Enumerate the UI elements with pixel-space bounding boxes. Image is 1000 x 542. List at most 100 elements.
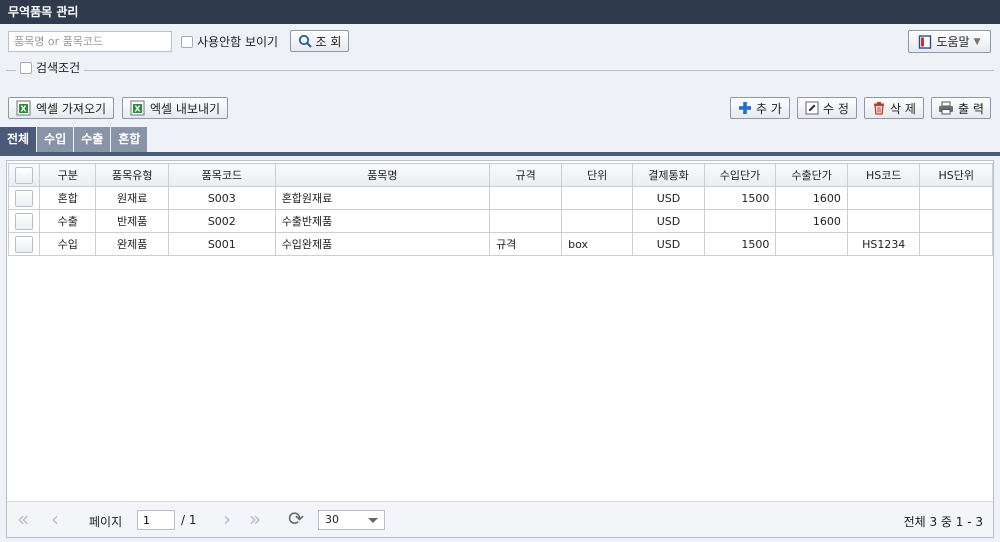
- search-conditions-divider: [6, 70, 994, 71]
- prev-page-icon[interactable]: ‹: [51, 509, 59, 529]
- printer-icon: [939, 101, 954, 115]
- select-all-checkbox[interactable]: [8, 163, 40, 187]
- page-label: 페이지: [89, 515, 123, 529]
- column-header[interactable]: HS코드: [846, 163, 921, 187]
- cell-item-name: 수입완제품: [274, 232, 491, 256]
- search-button-label: 조 회: [315, 34, 342, 49]
- help-book-icon: [919, 34, 932, 49]
- cell-hs-unit: [919, 186, 993, 210]
- cell-item-code: S003: [167, 186, 276, 210]
- item-table: 구분 품목유형 품목코드 품목명 규격 단위 결제통화 수입단가 수출단가 HS…: [8, 163, 993, 256]
- cell-category: 혼합: [38, 186, 97, 210]
- cell-spec: [489, 209, 563, 233]
- tab-underline: [0, 152, 1000, 156]
- cell-unit: box: [561, 232, 634, 256]
- cell-currency: USD: [632, 232, 705, 256]
- tab-all[interactable]: 전체: [0, 127, 37, 152]
- first-page-icon[interactable]: «: [17, 509, 29, 529]
- column-header[interactable]: 품목명: [274, 163, 491, 187]
- search-conditions-label: 검색조건: [36, 61, 81, 75]
- show-unused-toggle[interactable]: 사용안함 보이기: [181, 34, 278, 50]
- page-size-value: 30: [325, 513, 339, 526]
- refresh-icon[interactable]: ⟳: [288, 509, 304, 529]
- column-header[interactable]: 규격: [489, 163, 563, 187]
- excel-export-label: 엑셀 내보내기: [149, 101, 221, 116]
- cell-item-name: 수출반제품: [274, 209, 491, 233]
- tab-export[interactable]: 수출: [74, 127, 111, 152]
- excel-import-button[interactable]: X 엑셀 가져오기: [8, 97, 114, 119]
- svg-text:X: X: [20, 105, 27, 114]
- column-header[interactable]: 품목코드: [167, 163, 276, 187]
- help-button-label: 도움말: [936, 35, 970, 49]
- row-checkbox[interactable]: [8, 209, 40, 233]
- row-checkbox[interactable]: [8, 186, 40, 210]
- search-input[interactable]: [8, 31, 172, 52]
- trash-icon: [874, 102, 885, 115]
- cell-hs-unit: [919, 209, 993, 233]
- cell-spec: [489, 186, 563, 210]
- cell-currency: USD: [632, 186, 705, 210]
- column-header[interactable]: 단위: [561, 163, 634, 187]
- cell-category: 수출: [38, 209, 97, 233]
- edit-button-label: 수 정: [823, 101, 849, 116]
- svg-text:X: X: [134, 105, 141, 114]
- cell-item-type: 반제품: [95, 209, 169, 233]
- cell-spec: 규격: [489, 232, 563, 256]
- excel-import-label: 엑셀 가져오기: [35, 101, 107, 116]
- page-number-input[interactable]: [137, 510, 175, 530]
- search-button[interactable]: 조 회: [290, 30, 349, 52]
- delete-button[interactable]: 삭 제: [864, 97, 924, 119]
- chevron-down-icon: [368, 518, 378, 523]
- search-conditions-toggle[interactable]: 검색조건: [16, 60, 85, 76]
- show-unused-checkbox[interactable]: [181, 35, 193, 48]
- column-header[interactable]: HS단위: [919, 163, 993, 187]
- cell-unit: [561, 186, 634, 210]
- cell-item-code: S001: [167, 232, 276, 256]
- cell-import-price: 1500: [703, 232, 777, 256]
- edit-icon: [805, 101, 819, 115]
- search-conditions-checkbox[interactable]: [20, 61, 32, 74]
- table-row[interactable]: 혼합 원재료 S003 혼합원재료 USD 1500 1600: [8, 186, 993, 210]
- add-button[interactable]: 추 가: [730, 97, 790, 119]
- page-total: / 1: [181, 513, 197, 527]
- excel-import-icon: X: [16, 100, 31, 116]
- plus-icon: [739, 102, 752, 114]
- column-header[interactable]: 수입단가: [703, 163, 777, 187]
- cell-item-code: S002: [167, 209, 276, 233]
- column-header[interactable]: 수출단가: [775, 163, 848, 187]
- tab-import[interactable]: 수입: [37, 127, 74, 152]
- edit-button[interactable]: 수 정: [797, 97, 857, 119]
- column-header[interactable]: 결제통화: [632, 163, 705, 187]
- row-checkbox[interactable]: [8, 232, 40, 256]
- cell-category: 수입: [38, 232, 97, 256]
- column-header[interactable]: 구분: [38, 163, 97, 187]
- category-tabs: 전체 수입 수출 혼합: [0, 127, 148, 152]
- table-row[interactable]: 수입 완제품 S001 수입완제품 규격 box USD 1500 HS1234: [8, 232, 993, 256]
- cell-hs-code: HS1234: [846, 232, 921, 256]
- excel-export-button[interactable]: X 엑셀 내보내기: [122, 97, 228, 119]
- cell-hs-code: [846, 186, 921, 210]
- cell-item-name: 혼합원재료: [274, 186, 491, 210]
- cell-export-price: 1600: [775, 186, 848, 210]
- page-size-select[interactable]: 30: [318, 510, 385, 530]
- delete-button-label: 삭 제: [890, 101, 916, 116]
- cell-currency: USD: [632, 209, 705, 233]
- help-button[interactable]: 도움말 ▼: [908, 30, 991, 53]
- last-page-icon[interactable]: »: [249, 509, 261, 529]
- cell-unit: [561, 209, 634, 233]
- cell-export-price: 1600: [775, 209, 848, 233]
- search-icon: [298, 34, 312, 48]
- chevron-down-icon: ▼: [973, 36, 981, 47]
- add-button-label: 추 가: [756, 101, 782, 116]
- next-page-icon[interactable]: ›: [223, 509, 231, 529]
- column-header[interactable]: 품목유형: [95, 163, 169, 187]
- tab-mixed[interactable]: 혼합: [111, 127, 148, 152]
- cell-import-price: 1500: [703, 186, 777, 210]
- print-button-label: 출 력: [958, 101, 984, 116]
- table-row[interactable]: 수출 반제품 S002 수출반제품 USD 1600: [8, 209, 993, 233]
- print-button[interactable]: 출 력: [931, 97, 991, 119]
- cell-hs-unit: [919, 232, 993, 256]
- cell-hs-code: [846, 209, 921, 233]
- excel-export-icon: X: [130, 100, 145, 116]
- window-title: 무역품목 관리: [0, 0, 1000, 24]
